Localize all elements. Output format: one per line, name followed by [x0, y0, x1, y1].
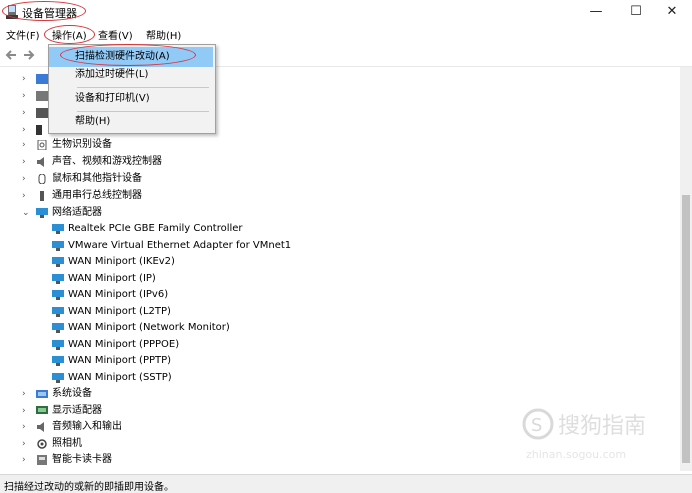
expand-arrow-icon[interactable]: ›	[22, 436, 32, 452]
menu-view[interactable]: 查看(V)	[98, 27, 133, 42]
tree-label: 音频输入和输出	[52, 421, 122, 432]
network-adapter-icon	[52, 307, 64, 317]
network-adapter-icon	[52, 224, 64, 234]
device-icon	[36, 108, 48, 118]
menu-item-help[interactable]: 帮助(H)	[49, 112, 213, 132]
network-adapter-icon	[52, 373, 64, 383]
network-adapter-icon	[52, 257, 64, 267]
back-arrow-icon[interactable]	[4, 48, 18, 62]
menu-item-label: 设备和打印机(V)	[75, 93, 150, 104]
tree-label: 显示适配器	[52, 405, 102, 416]
scrollbar-thumb[interactable]	[682, 195, 690, 463]
network-adapter-icon	[52, 323, 64, 333]
tree-label: 照相机	[52, 438, 82, 449]
status-text: 扫描经过改动的或新的即插即用设备。	[4, 482, 174, 493]
vertical-scrollbar[interactable]	[680, 67, 692, 471]
tree-label: WAN Miniport (IP)	[68, 273, 156, 284]
device-icon	[36, 74, 48, 84]
expand-arrow-icon[interactable]: ›	[22, 403, 32, 419]
status-bar: 扫描经过改动的或新的即插即用设备。	[0, 474, 692, 493]
annotation-circle-scan	[60, 44, 196, 66]
tree-label: 系统设备	[52, 388, 92, 399]
tree-label: 生物识别设备	[52, 139, 112, 150]
tree-label: VMware Virtual Ethernet Adapter for VMne…	[68, 240, 292, 251]
tree-label: 声音、视频和游戏控制器	[52, 156, 162, 167]
title-bar: 设备管理器 — ☐ ✕	[0, 0, 692, 24]
expand-arrow-icon[interactable]: ›	[22, 386, 32, 402]
menu-help[interactable]: 帮助(H)	[146, 27, 181, 42]
expand-arrow-icon[interactable]: ›	[22, 188, 32, 204]
svg-text:S: S	[531, 415, 542, 436]
tree-label: WAN Miniport (PPPOE)	[68, 339, 180, 350]
mouse-icon	[38, 174, 46, 184]
menu-item-devices-printers[interactable]: 设备和打印机(V)	[49, 89, 213, 109]
close-button[interactable]: ✕	[652, 2, 692, 22]
fingerprint-icon	[37, 140, 47, 150]
expand-arrow-icon[interactable]: ›	[22, 171, 32, 187]
usb-icon	[40, 191, 44, 201]
system-device-icon	[36, 390, 48, 398]
expand-arrow-icon[interactable]: ›	[22, 105, 32, 121]
device-icon	[36, 91, 48, 101]
tree-label: WAN Miniport (PPTP)	[68, 355, 172, 366]
menu-file[interactable]: 文件(F)	[6, 27, 40, 42]
tree-label: WAN Miniport (SSTP)	[68, 372, 172, 383]
menu-item-add-legacy-hardware[interactable]: 添加过时硬件(L)	[49, 65, 213, 85]
network-adapter-icon	[52, 340, 64, 350]
audio-io-icon	[37, 422, 44, 432]
expand-arrow-icon[interactable]: ›	[22, 88, 32, 104]
tree-label: WAN Miniport (IPv6)	[68, 289, 169, 300]
menu-bar: 文件(F) 操作(A) 查看(V) 帮助(H)	[0, 25, 692, 43]
watermark-url: zhinan.sogou.com	[526, 448, 626, 461]
tree-label: WAN Miniport (IKEv2)	[68, 256, 175, 267]
expand-arrow-icon[interactable]: ›	[22, 71, 32, 87]
expand-arrow-icon[interactable]: ›	[22, 154, 32, 170]
tree-label: 智能卡读卡器	[52, 454, 112, 465]
menu-separator	[77, 87, 209, 88]
maximize-button[interactable]: ☐	[616, 2, 656, 22]
smart-card-reader-icon	[37, 455, 47, 465]
tree-label: 通用串行总线控制器	[52, 190, 142, 201]
watermark-text: 搜狗指南	[558, 414, 646, 439]
tree-label: 鼠标和其他指针设备	[52, 173, 142, 184]
speaker-icon	[37, 157, 44, 167]
sogou-watermark-logo: S 搜狗指南 zhinan.sogou.com	[522, 408, 646, 461]
network-adapter-icon	[52, 241, 64, 251]
tree-label: Realtek PCIe GBE Family Controller	[68, 223, 243, 234]
network-adapter-icon	[52, 290, 64, 300]
display-adapter-icon	[36, 406, 48, 414]
tree-label: WAN Miniport (L2TP)	[68, 306, 171, 317]
device-icon	[36, 125, 42, 135]
tree-label: 网络适配器	[52, 207, 102, 218]
annotation-circle-menu	[44, 25, 95, 44]
minimize-button[interactable]: —	[576, 2, 616, 22]
expand-arrow-icon[interactable]: ›	[22, 122, 32, 138]
network-adapter-icon	[52, 274, 64, 284]
menu-item-label: 添加过时硬件(L)	[75, 69, 149, 80]
expand-arrow-icon[interactable]: ›	[22, 452, 32, 468]
annotation-circle-title	[2, 1, 86, 21]
expand-arrow-icon[interactable]: ›	[22, 137, 32, 153]
network-adapter-icon	[52, 356, 64, 366]
camera-icon	[37, 439, 47, 449]
forward-arrow-icon[interactable]	[22, 48, 36, 62]
collapse-arrow-icon[interactable]: ⌄	[22, 205, 32, 221]
expand-arrow-icon[interactable]: ›	[22, 419, 32, 435]
network-adapter-icon	[36, 208, 48, 218]
menu-item-label: 帮助(H)	[75, 116, 111, 127]
tree-label: WAN Miniport (Network Monitor)	[68, 322, 230, 333]
